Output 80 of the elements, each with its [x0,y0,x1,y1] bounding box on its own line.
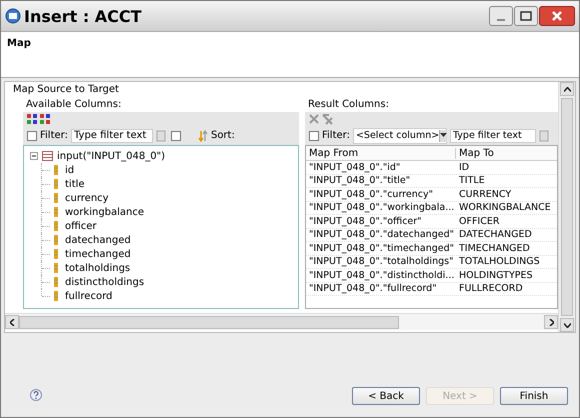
table-cell-text: HOLDINGTYPES [458,270,534,281]
maximize-button[interactable] [514,6,538,26]
close-icon [551,10,563,22]
table-cell-text: WORKINGBALANCE [458,202,552,214]
mapping-icon[interactable] [27,114,37,124]
tree-item[interactable]: workingbalance [65,206,144,218]
scroll-right-icon [548,318,554,326]
horizontal-scrollbar[interactable] [5,313,558,330]
wizard-button[interactable]: Finish [500,387,568,405]
close-button[interactable] [539,6,575,26]
table-cell-text: "INPUT_048_0"."datechanged" [308,229,455,240]
table-cell-text: OFFICER [458,216,500,227]
scroll-down-icon [564,322,570,328]
tree-item[interactable]: datechanged [65,234,131,246]
scroll-left-icon [10,318,14,326]
table-cell-text: "INPUT_048_0"."totalholdings" [308,256,454,268]
table-cell-text: "INPUT_048_0"."fullrecord" [308,283,438,294]
table-cell-text: "INPUT_048_0"."title" [308,175,412,186]
wizard-button[interactable]: < Back [352,387,420,405]
column-icon [54,165,58,175]
tree-item[interactable]: timechanged [65,248,131,260]
column-icon [54,235,58,245]
table-cell-text: TOTALHOLDINGS [458,256,541,268]
table-cell-text: CURRENCY [458,188,512,200]
column-header[interactable]: Map From [306,148,456,158]
minimize-icon [497,19,505,21]
sort-icon[interactable] [198,130,208,142]
mapping-icon[interactable] [40,114,50,124]
app-icon [5,8,21,24]
sort-label: Sort: [210,130,235,141]
table-cell-text: "INPUT_048_0"."timechanged" [308,242,456,254]
column-icon [54,277,58,287]
window-title: Insert : ACCT [24,6,142,26]
filter-label: Filter: [322,130,350,141]
table-cell-text: FULLRECORD [458,283,524,294]
tree-item[interactable]: totalholdings [65,262,130,274]
page-title: Map [7,38,31,49]
filter-label: Filter: [40,130,68,141]
result-columns-label: Result Columns: [307,98,390,112]
delete-all-icon[interactable] [322,114,333,124]
table-cell-text: "INPUT_048_0"."distinctholdi... [308,270,456,281]
column-dropdown[interactable]: <Select column> [352,128,447,144]
maximize-icon [520,11,532,21]
scroll-up-icon [564,86,570,92]
caret-icon [440,133,448,138]
help-icon[interactable] [30,389,42,401]
table-cell-text: ID [458,162,470,173]
column-icon [54,179,58,189]
column-icon [54,221,58,231]
table-cell-text: "INPUT_048_0"."currency" [308,188,434,200]
column-icon [54,249,58,259]
delete-icon[interactable] [309,114,319,124]
column-icon [54,291,58,301]
tree-item[interactable]: fullrecord [65,290,112,302]
table-icon [42,151,53,161]
table-cell-text: TITLE [458,175,486,186]
tree-item[interactable]: id [65,164,74,176]
tree-item[interactable]: officer [65,220,97,232]
tree-item[interactable]: input("INPUT_048_0") [57,150,166,162]
tree-item[interactable]: title [65,178,85,190]
tree-item[interactable]: currency [65,192,109,204]
table-cell-text: "INPUT_048_0"."officer" [308,216,423,227]
filter-field[interactable]: Type filter text [70,128,153,142]
group-title: Map Source to Target [12,83,120,97]
column-header[interactable]: Map To [456,148,557,158]
table-cell-text: TIMECHANGED [458,242,531,254]
filter-field[interactable]: Type filter text [450,128,536,142]
option-checkbox[interactable] [170,130,181,140]
filter-checkbox[interactable] [309,130,319,140]
filter-checkbox[interactable] [27,130,37,140]
available-columns-label: Available Columns: [25,98,122,112]
column-icon [54,263,58,273]
collapse-toggle[interactable] [30,152,38,160]
table-cell-text: "INPUT_048_0"."id" [308,162,402,173]
vertical-scrollbar[interactable] [558,82,575,332]
column-icon [54,207,58,217]
tree-item[interactable]: distinctholdings [65,276,144,288]
table-cell-text: "INPUT_048_0"."workingbala... [308,202,456,214]
column-icon [54,193,58,203]
table-cell-text: DATECHANGED [458,229,533,240]
